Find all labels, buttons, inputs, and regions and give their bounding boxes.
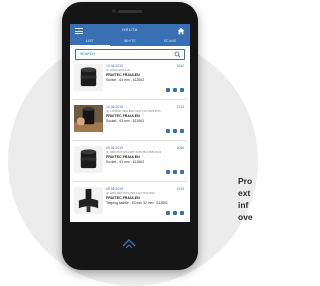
item-product: Socket - 63 mm - 612663 (106, 78, 145, 82)
item-id: ID: 4863 4825 6529 6589 4123 5632 8963 (106, 192, 155, 195)
camera-icon[interactable] (173, 211, 177, 215)
list-item[interactable]: 10.06.2019 0042 ID: 8130000099 A-01 FRUI… (73, 62, 187, 100)
item-number: 0042 (176, 64, 184, 68)
socket-thumbnail-icon (74, 146, 103, 173)
list-item[interactable]: 09.06.2019 1234 ID: 4863 4825 6529 6589 … (73, 185, 187, 222)
item-id: ID: 4896 8523 4863 4857 8456 8523 8956 8… (106, 151, 162, 154)
item-date: 09.06.2019 (106, 187, 123, 191)
document-icon[interactable] (180, 211, 184, 215)
marketing-text-line-2: ext (238, 188, 251, 198)
app-bar: HRUTA (70, 24, 190, 38)
document-icon[interactable] (180, 88, 184, 92)
camera-icon[interactable] (173, 170, 177, 174)
item-id: ID: 12356847 4895 8956 4256 7412 8523 65… (106, 110, 161, 113)
tapping-saddle-thumbnail-icon (74, 187, 103, 214)
tab-list[interactable]: LIST (70, 38, 110, 46)
home-icon[interactable] (177, 27, 185, 35)
document-icon[interactable] (180, 129, 184, 133)
search-input[interactable]: SEARCH (75, 49, 185, 60)
search-icon[interactable] (174, 51, 181, 58)
item-name: FRUITEC FRAULEN (106, 155, 140, 159)
item-name: FRUITEC FRAULEN (106, 73, 140, 77)
location-icon[interactable] (166, 88, 170, 92)
camera-icon[interactable] (173, 129, 177, 133)
app-title: HRUTA (122, 27, 138, 32)
search-placeholder: SEARCH (80, 52, 95, 56)
item-product: Socket - 63 mm - 612663 (106, 119, 145, 123)
item-actions (166, 88, 184, 92)
phone-screen: HRUTA LIST WHITE SCANS SEARCH 10.06.2019… (70, 24, 190, 222)
item-number: 1234 (176, 187, 184, 191)
item-product: Tapping saddle - 63 mm 32 mm - 613852 (106, 201, 168, 205)
item-date: 10.06.2019 (106, 105, 123, 109)
item-product: Socket - 63 mm - 612663 (106, 160, 145, 164)
tab-bar: LIST WHITE SCANS (70, 38, 190, 46)
item-actions (166, 211, 184, 215)
earpiece-speaker (118, 10, 142, 13)
scan-list: 10.06.2019 0042 ID: 8130000099 A-01 FRUI… (70, 62, 190, 222)
item-actions (166, 129, 184, 133)
item-date: 09.06.2019 (106, 146, 123, 150)
item-date: 10.06.2019 (106, 64, 123, 68)
item-number: 1234 (176, 105, 184, 109)
document-icon[interactable] (180, 170, 184, 174)
list-item[interactable]: 09.06.2019 0036 ID: 4896 8523 4863 4857 … (73, 144, 187, 182)
socket-thumbnail-icon (74, 64, 103, 91)
tab-scans[interactable]: SCANS (150, 38, 190, 46)
search-bar: SEARCH (70, 46, 190, 62)
location-icon[interactable] (166, 129, 170, 133)
socket-in-hand-thumbnail-icon (74, 105, 103, 132)
location-icon[interactable] (166, 170, 170, 174)
phone-device: HRUTA LIST WHITE SCANS SEARCH 10.06.2019… (62, 2, 198, 270)
app-logo-icon[interactable] (120, 236, 138, 250)
marketing-text-line-4: ove (238, 212, 253, 222)
item-name: FRUITEC FRAULEN (106, 114, 140, 118)
front-camera (112, 9, 116, 13)
camera-icon[interactable] (173, 88, 177, 92)
list-item[interactable]: 10.06.2019 1234 ID: 12356847 4895 8956 4… (73, 103, 187, 141)
marketing-text-line-3: inf (238, 200, 249, 210)
location-icon[interactable] (166, 211, 170, 215)
item-name: FRUITEC FRAULEN (106, 196, 140, 200)
item-number: 0036 (176, 146, 184, 150)
item-actions (166, 170, 184, 174)
marketing-text-line-1: Pro (238, 176, 253, 186)
item-id: ID: 8130000099 A-01 (106, 69, 131, 72)
tab-white[interactable]: WHITE (110, 38, 150, 46)
